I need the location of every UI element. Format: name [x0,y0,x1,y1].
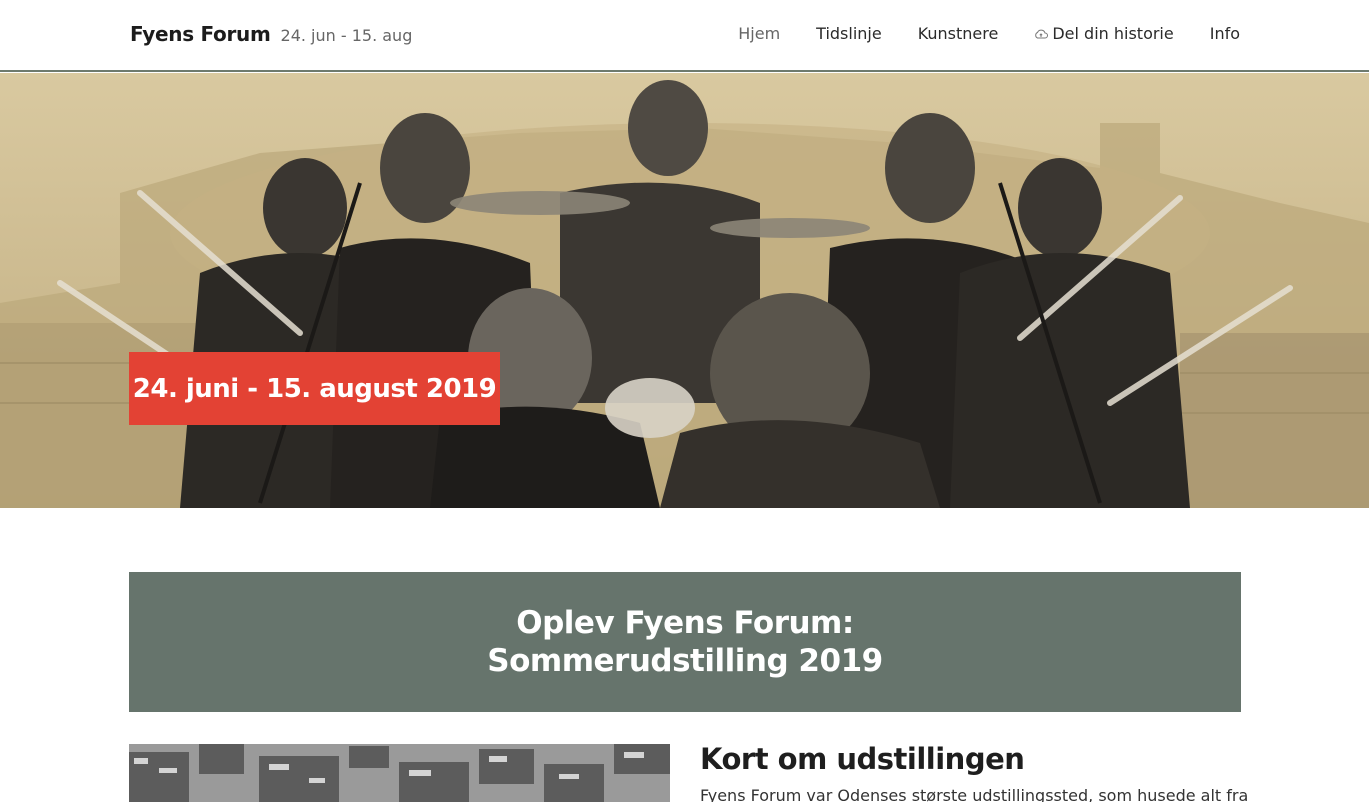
hero-banner: 24. juni - 15. august 2019 [0,73,1369,508]
intro-title: Oplev Fyens Forum: Sommerudstilling 2019 [487,604,883,680]
nav-item-tidslinje[interactable]: Tidslinje [816,24,882,43]
intro-title-line2: Sommerudstilling 2019 [487,643,883,679]
date-badge: 24. juni - 15. august 2019 [129,352,500,425]
brand-dates: 24. jun - 15. aug [280,26,413,45]
nav-item-del-din-historie[interactable]: Del din historie [1034,24,1174,43]
site-header: Fyens Forum 24. jun - 15. aug Hjem Tidsl… [0,0,1369,72]
about-text: Fyens Forum var Odenses største udstilli… [700,786,1249,802]
nav-item-label: Del din historie [1052,24,1174,43]
nav-item-kunstnere[interactable]: Kunstnere [918,24,999,43]
intro-title-band: Oplev Fyens Forum: Sommerudstilling 2019 [129,572,1241,712]
main-nav: Hjem Tidslinje Kunstnere Del din histori… [738,24,1240,43]
intro-title-line1: Oplev Fyens Forum: [516,605,854,641]
aerial-photo-image [129,744,670,802]
hero-collage-image [0,80,1369,508]
brand[interactable]: Fyens Forum 24. jun - 15. aug [130,22,412,46]
cloud-upload-icon [1035,29,1049,38]
brand-name[interactable]: Fyens Forum [130,22,271,46]
aerial-photo [129,744,670,802]
nav-item-hjem[interactable]: Hjem [738,24,780,43]
nav-item-info[interactable]: Info [1210,24,1240,43]
about-heading: Kort om udstillingen [700,742,1025,776]
